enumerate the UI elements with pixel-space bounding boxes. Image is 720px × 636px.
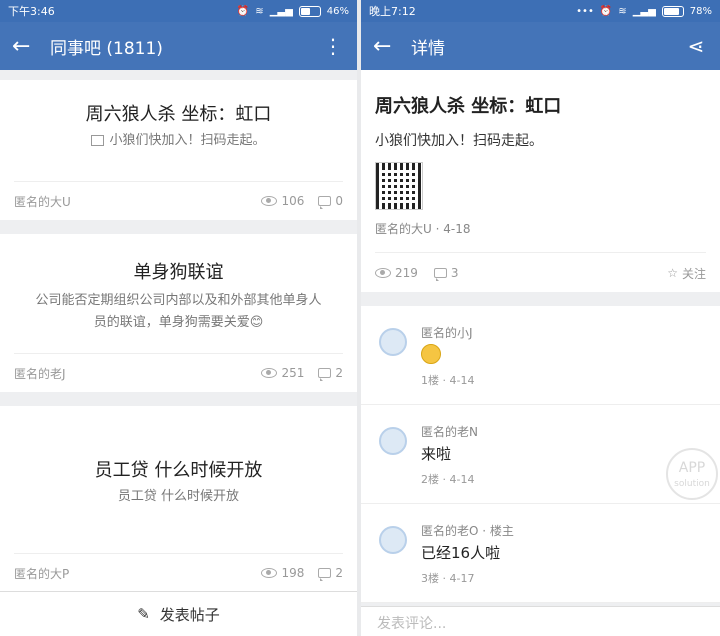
battery-icon [661, 5, 684, 17]
comment-text: 已经16人啦 [421, 544, 501, 562]
comment-text: 来啦 [421, 445, 452, 463]
comments-stat: 2 [318, 366, 343, 381]
comment-list: 匿名的小J 1楼 · 4-14 匿名的老N 来啦 2楼 · 4-14 匿名的老O… [361, 306, 720, 603]
post-title: 员工贷 什么时候开放 [94, 460, 263, 481]
comment-author: 匿名的老O · 楼主 [421, 524, 514, 538]
image-icon [91, 135, 105, 146]
post-meta: 匿名的大P 198 2 [14, 553, 343, 592]
eye-icon [261, 196, 278, 206]
post-title: 单身狗联谊 [133, 262, 224, 283]
battery-percent: 78% [689, 5, 712, 17]
qr-code-image[interactable] [375, 162, 423, 210]
post-title: 周六狼人杀 坐标：虹口 [375, 96, 562, 117]
comment-info: 2楼 · 4-14 [421, 473, 475, 486]
wifi-icon: ≋ [618, 5, 627, 17]
post-meta: 匿名的老J 251 2 [14, 353, 343, 392]
comments-stat: 0 [318, 194, 343, 209]
right-screen: 晚上7:12 ••• ⏰ ≋ ▁▃▅ 78% ← 详情 ⋖ 周六狼人杀 坐标：虹… [361, 0, 720, 636]
status-icons: ••• ⏰ ≋ ▁▃▅ 78% [576, 5, 712, 17]
views-stat: 198 [261, 566, 304, 580]
avatar [379, 526, 407, 554]
post-body: 小狼们快加入！扫码走起。 [375, 133, 543, 149]
battery-icon [298, 5, 321, 17]
comment-item[interactable]: 匿名的老O · 楼主 已经16人啦 3楼 · 4-17 [361, 504, 720, 603]
post-subtitle: 员工贷 什么时候开放 [117, 489, 240, 504]
comment-emoji [421, 344, 441, 368]
signal-icon: ▁▃▅ [269, 5, 293, 17]
wifi-icon: ≋ [255, 5, 264, 17]
status-time: 下午3:46 [8, 5, 55, 18]
comment-icon [318, 568, 332, 581]
status-time: 晚上7:12 [369, 5, 416, 18]
more-options-icon[interactable]: ⋮ [321, 34, 345, 58]
battery-percent: 46% [326, 5, 349, 17]
post-author: 匿名的大P [14, 566, 70, 581]
post-author: 匿名的大U [14, 194, 71, 209]
avatar [379, 427, 407, 455]
left-screen: 下午3:46 ⏰ ≋ ▁▃▅ 46% ← 同事吧 (1811) ⋮ 周六狼人杀 … [0, 0, 357, 636]
alarm-icon: ⏰ [236, 5, 250, 17]
back-arrow-icon[interactable]: ← [12, 34, 40, 59]
page-title: 同事吧 (1811) [50, 38, 163, 59]
post-subtitle: 公司能否定期组织公司内部以及和外部其他单身人员的联谊，单身狗需要关爱😊 [35, 293, 322, 330]
post-card[interactable]: 周六狼人杀 坐标：虹口 小狼们快加入！扫码走起。 匿名的大U 106 0 [0, 80, 357, 220]
eye-icon [261, 368, 278, 378]
comment-input-placeholder: 发表评论... [377, 616, 447, 632]
views-stat: 219 [375, 266, 418, 280]
comments-stat: 2 [318, 566, 343, 581]
comment-author: 匿名的小J [421, 326, 473, 340]
emoji-icon [421, 344, 441, 364]
avatar [379, 328, 407, 356]
comment-input[interactable]: 发表评论... [361, 606, 720, 636]
views-stat: 251 [261, 366, 304, 380]
more-dots-icon: ••• [576, 5, 594, 17]
alarm-icon: ⏰ [599, 5, 613, 17]
eye-icon [375, 268, 391, 278]
comment-icon [433, 268, 447, 281]
app-bar: ← 详情 ⋖ [361, 22, 720, 70]
new-post-button[interactable]: ✎ 发表帖子 [0, 591, 357, 636]
new-post-label: 发表帖子 [159, 605, 220, 624]
page-title: 详情 [411, 38, 445, 59]
post-detail: 周六狼人杀 坐标：虹口 小狼们快加入！扫码走起。 匿名的大U · 4-18 21… [361, 70, 720, 292]
back-arrow-icon[interactable]: ← [373, 34, 401, 59]
post-title: 周六狼人杀 坐标：虹口 [85, 104, 272, 125]
comment-info: 3楼 · 4-17 [421, 572, 475, 585]
post-stats: 219 3 ☆ 关注 [375, 252, 706, 293]
pencil-icon: ✎ [137, 605, 150, 623]
comment-icon [318, 368, 332, 381]
status-bar: 下午3:46 ⏰ ≋ ▁▃▅ 46% [0, 0, 357, 22]
comment-info: 1楼 · 4-14 [421, 374, 475, 387]
views-stat: 106 [261, 194, 304, 208]
post-author: 匿名的老J [14, 366, 66, 381]
share-icon[interactable]: ⋖ [684, 34, 708, 58]
post-card[interactable]: 员工贷 什么时候开放 员工贷 什么时候开放 匿名的大P 198 2 [0, 406, 357, 592]
signal-icon: ▁▃▅ [632, 5, 656, 17]
post-subtitle: 小狼们快加入！扫码走起。 [0, 130, 357, 152]
post-meta: 匿名的大U 106 0 [14, 181, 343, 220]
star-icon: ☆ [667, 266, 678, 280]
post-author-date: 匿名的大U · 4-18 [375, 222, 471, 236]
app-bar: ← 同事吧 (1811) ⋮ [0, 22, 357, 70]
app-solution-watermark: APP solution [666, 448, 718, 500]
comment-item[interactable]: 匿名的小J 1楼 · 4-14 [361, 306, 720, 405]
status-bar: 晚上7:12 ••• ⏰ ≋ ▁▃▅ 78% [361, 0, 720, 22]
comments-stat: 3 [433, 266, 459, 281]
comment-item[interactable]: 匿名的老N 来啦 2楼 · 4-14 [361, 405, 720, 504]
post-card[interactable]: 单身狗联谊 公司能否定期组织公司内部以及和外部其他单身人员的联谊，单身狗需要关爱… [0, 234, 357, 392]
eye-icon [261, 568, 278, 578]
follow-button[interactable]: ☆ 关注 [667, 265, 706, 282]
comment-author: 匿名的老N [421, 425, 478, 439]
comment-icon [318, 196, 332, 209]
status-icons: ⏰ ≋ ▁▃▅ 46% [236, 5, 349, 17]
